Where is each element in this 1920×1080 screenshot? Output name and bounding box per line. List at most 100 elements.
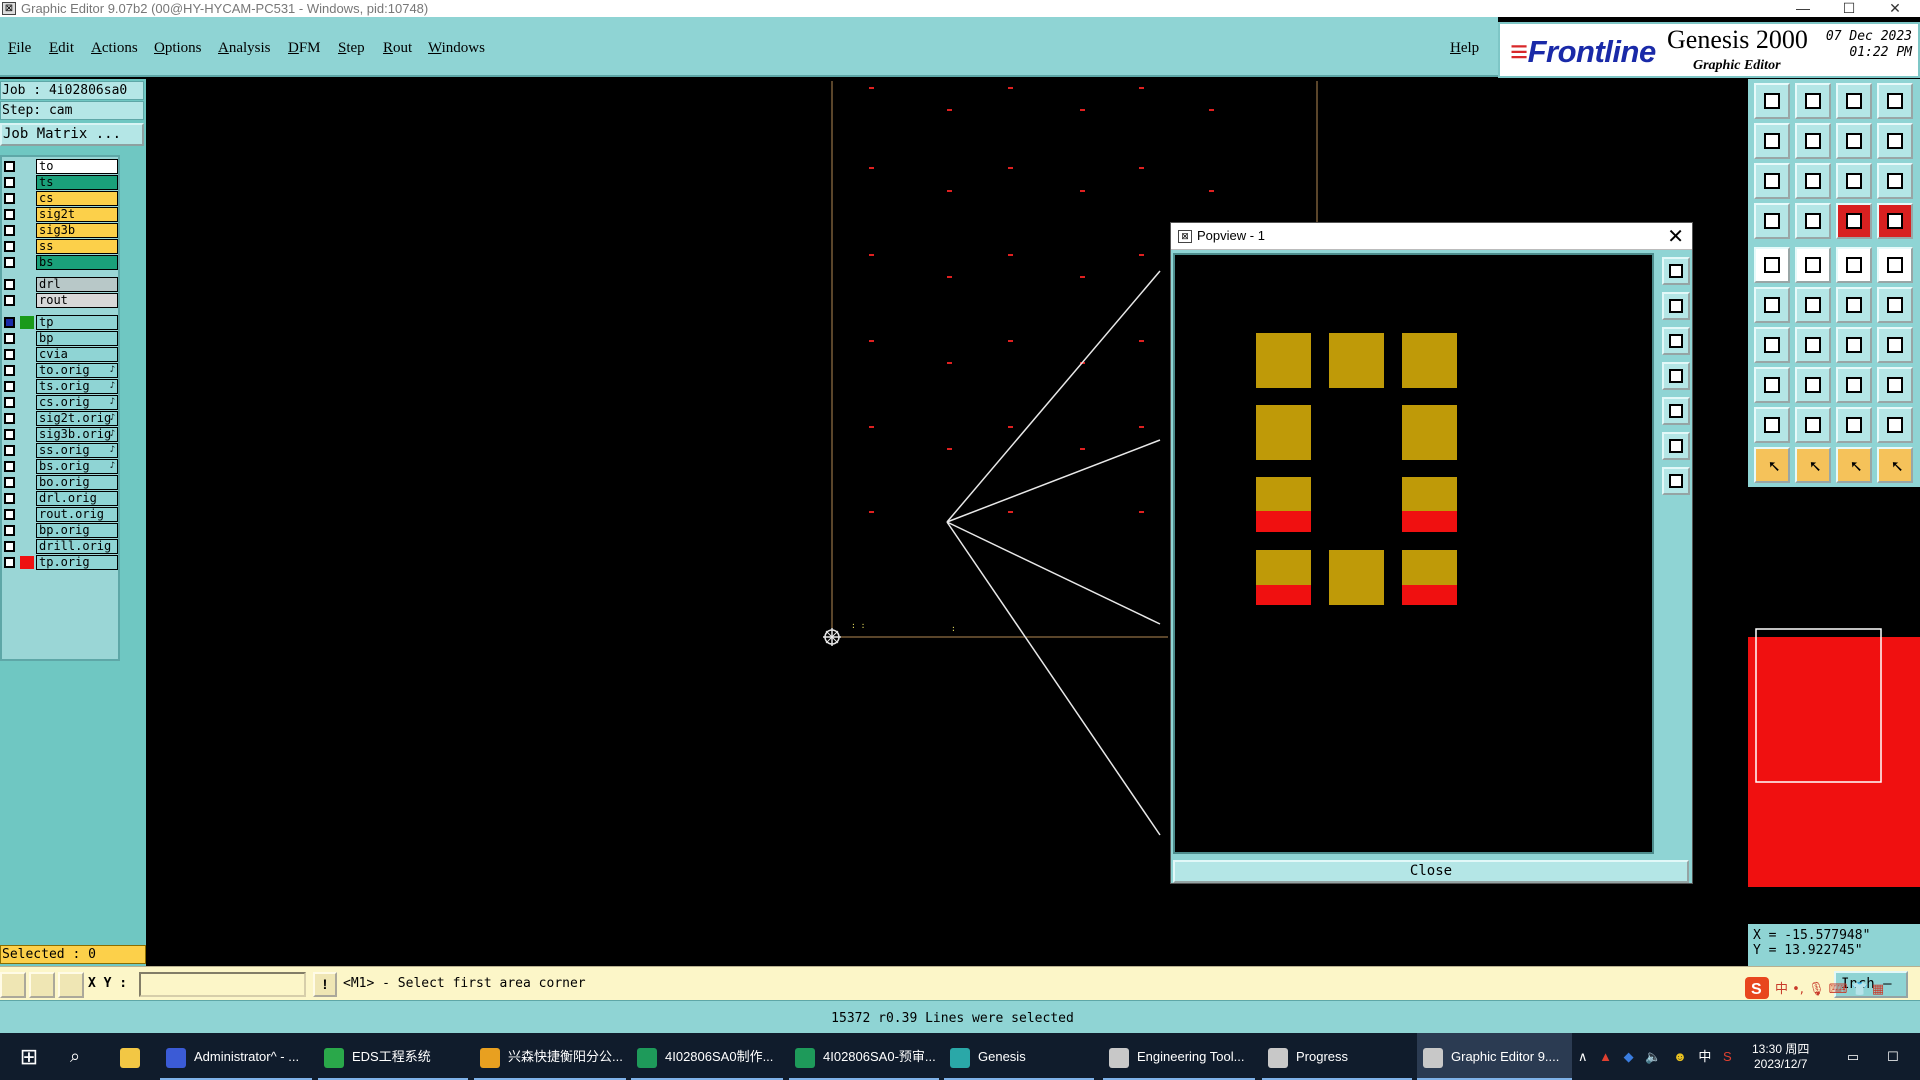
layer-checkbox[interactable]: [4, 541, 15, 552]
menu-options[interactable]: Options: [154, 40, 202, 57]
tray-app-icon[interactable]: ▲: [1599, 1049, 1612, 1064]
measure-icon[interactable]: [29, 972, 55, 998]
layer-row-sig2t[interactable]: sig2t: [4, 207, 118, 222]
layer-name[interactable]: sig2t.orig ♪: [36, 411, 118, 426]
tool-button[interactable]: [1795, 407, 1831, 443]
layer-name[interactable]: to: [36, 159, 118, 174]
tool-button[interactable]: [1877, 287, 1913, 323]
tool-button[interactable]: [1754, 287, 1790, 323]
tool-button[interactable]: [1795, 123, 1831, 159]
layer-checkbox[interactable]: [4, 279, 15, 290]
layer-name[interactable]: sig3b: [36, 223, 118, 238]
layer-row-cvia[interactable]: cvia: [4, 347, 118, 362]
volume-icon[interactable]: 🔈: [1645, 1049, 1661, 1064]
layer-checkbox[interactable]: [4, 429, 15, 440]
execute-button[interactable]: !: [313, 972, 337, 997]
tool-button[interactable]: ➚: [1754, 447, 1790, 483]
layer-name[interactable]: ss.orig ♪: [36, 443, 118, 458]
layer-name[interactable]: cvia: [36, 347, 118, 362]
layer-row-ts-orig[interactable]: ts.orig ♪: [4, 379, 118, 394]
layer-checkbox[interactable]: [4, 241, 15, 252]
layer-name[interactable]: tp: [36, 315, 118, 330]
tool-button[interactable]: [1836, 367, 1872, 403]
layer-checkbox[interactable]: [4, 333, 15, 344]
layer-row-ss-orig[interactable]: ss.orig ♪: [4, 443, 118, 458]
tray-chevron-icon[interactable]: ∧: [1578, 1049, 1588, 1064]
taskbar-item[interactable]: Graphic Editor 9....: [1417, 1033, 1572, 1080]
layer-checkbox[interactable]: [4, 509, 15, 520]
taskbar-item[interactable]: EDS工程系统: [318, 1033, 468, 1080]
tool-button[interactable]: [1877, 367, 1913, 403]
search-icon[interactable]: ⌕: [58, 1033, 92, 1080]
layer-name[interactable]: bp.orig: [36, 523, 118, 538]
overview-map[interactable]: [1748, 487, 1920, 924]
taskbar-clock[interactable]: 13:30 周四 2023/12/7: [1752, 1042, 1809, 1072]
tool-button[interactable]: [1754, 247, 1790, 283]
tool-button[interactable]: [1836, 327, 1872, 363]
menu-analysis[interactable]: Analysis: [218, 40, 271, 57]
menu-dfm[interactable]: DFM: [288, 40, 321, 57]
taskbar-item[interactable]: 4I02806SA0制作...: [631, 1033, 783, 1080]
folder-icon[interactable]: [113, 1033, 147, 1080]
popview-tool-button[interactable]: [1662, 257, 1690, 285]
layer-row-cs-orig[interactable]: cs.orig ♪: [4, 395, 118, 410]
tool-button[interactable]: [1877, 407, 1913, 443]
tool-button[interactable]: [1754, 327, 1790, 363]
taskbar-item[interactable]: 4I02806SA0-预审...: [789, 1033, 939, 1080]
layer-row-to[interactable]: to: [4, 159, 118, 174]
layer-checkbox[interactable]: [4, 225, 15, 236]
tool-button[interactable]: ➚: [1877, 447, 1913, 483]
tool-button[interactable]: [1754, 83, 1790, 119]
tool-button[interactable]: [1836, 83, 1872, 119]
popview-tool-button[interactable]: [1662, 327, 1690, 355]
tool-button[interactable]: [1754, 163, 1790, 199]
layer-row-ss[interactable]: ss: [4, 239, 118, 254]
layer-name[interactable]: bs: [36, 255, 118, 270]
layer-checkbox[interactable]: [4, 317, 15, 328]
tool-button[interactable]: [1877, 123, 1913, 159]
tool-button[interactable]: [1795, 367, 1831, 403]
menu-help[interactable]: Help: [1450, 40, 1479, 57]
popview-canvas[interactable]: [1173, 253, 1654, 854]
ime-indicator[interactable]: 中: [1698, 1049, 1711, 1064]
tray-icons[interactable]: ∧ ▲ ◆ 🔈 ☻ 中 S: [1578, 1033, 1732, 1080]
layer-name[interactable]: bp: [36, 331, 118, 346]
tray-smile-icon[interactable]: ☻: [1673, 1049, 1687, 1064]
popview-tool-button[interactable]: [1662, 467, 1690, 495]
minimize-button[interactable]: —: [1780, 0, 1826, 17]
popview-close-icon[interactable]: ✕: [1667, 224, 1684, 249]
layer-checkbox[interactable]: [4, 397, 15, 408]
layer-row-tp-orig[interactable]: tp.orig: [4, 555, 118, 570]
tool-button[interactable]: [1754, 203, 1790, 239]
menu-edit[interactable]: Edit: [49, 40, 74, 57]
layer-checkbox[interactable]: [4, 445, 15, 456]
layer-row-bo-orig[interactable]: bo.orig: [4, 475, 118, 490]
tool-button[interactable]: ➚: [1795, 447, 1831, 483]
layer-checkbox[interactable]: [4, 493, 15, 504]
layer-row-sig2t-orig[interactable]: sig2t.orig ♪: [4, 411, 118, 426]
tool-button[interactable]: ➚: [1836, 447, 1872, 483]
close-button[interactable]: ✕: [1872, 0, 1918, 17]
tool-button[interactable]: [1754, 123, 1790, 159]
layer-row-to-orig[interactable]: to.orig ♪: [4, 363, 118, 378]
layer-checkbox[interactable]: [4, 461, 15, 472]
layer-name[interactable]: sig3b.orig ♪: [36, 427, 118, 442]
layer-checkbox[interactable]: [4, 557, 15, 568]
tool-button[interactable]: [1795, 247, 1831, 283]
layer-name[interactable]: to.orig ♪: [36, 363, 118, 378]
popview-tool-button[interactable]: [1662, 362, 1690, 390]
tool-button[interactable]: [1836, 247, 1872, 283]
job-matrix-button[interactable]: Job Matrix ...: [0, 123, 144, 146]
taskbar-item[interactable]: Engineering Tool...: [1103, 1033, 1255, 1080]
tool-button[interactable]: [1836, 203, 1872, 239]
layer-checkbox[interactable]: [4, 413, 15, 424]
layer-name[interactable]: bs.orig ♪: [36, 459, 118, 474]
layer-name[interactable]: rout.orig: [36, 507, 118, 522]
taskbar-item[interactable]: 兴森快捷衡阳分公...: [474, 1033, 626, 1080]
layer-row-drl[interactable]: drl: [4, 277, 118, 292]
layer-checkbox[interactable]: [4, 177, 15, 188]
layer-name[interactable]: sig2t: [36, 207, 118, 222]
layer-row-bp[interactable]: bp: [4, 331, 118, 346]
layer-row-rout[interactable]: rout: [4, 293, 118, 308]
layer-row-tp[interactable]: tp: [4, 315, 118, 330]
